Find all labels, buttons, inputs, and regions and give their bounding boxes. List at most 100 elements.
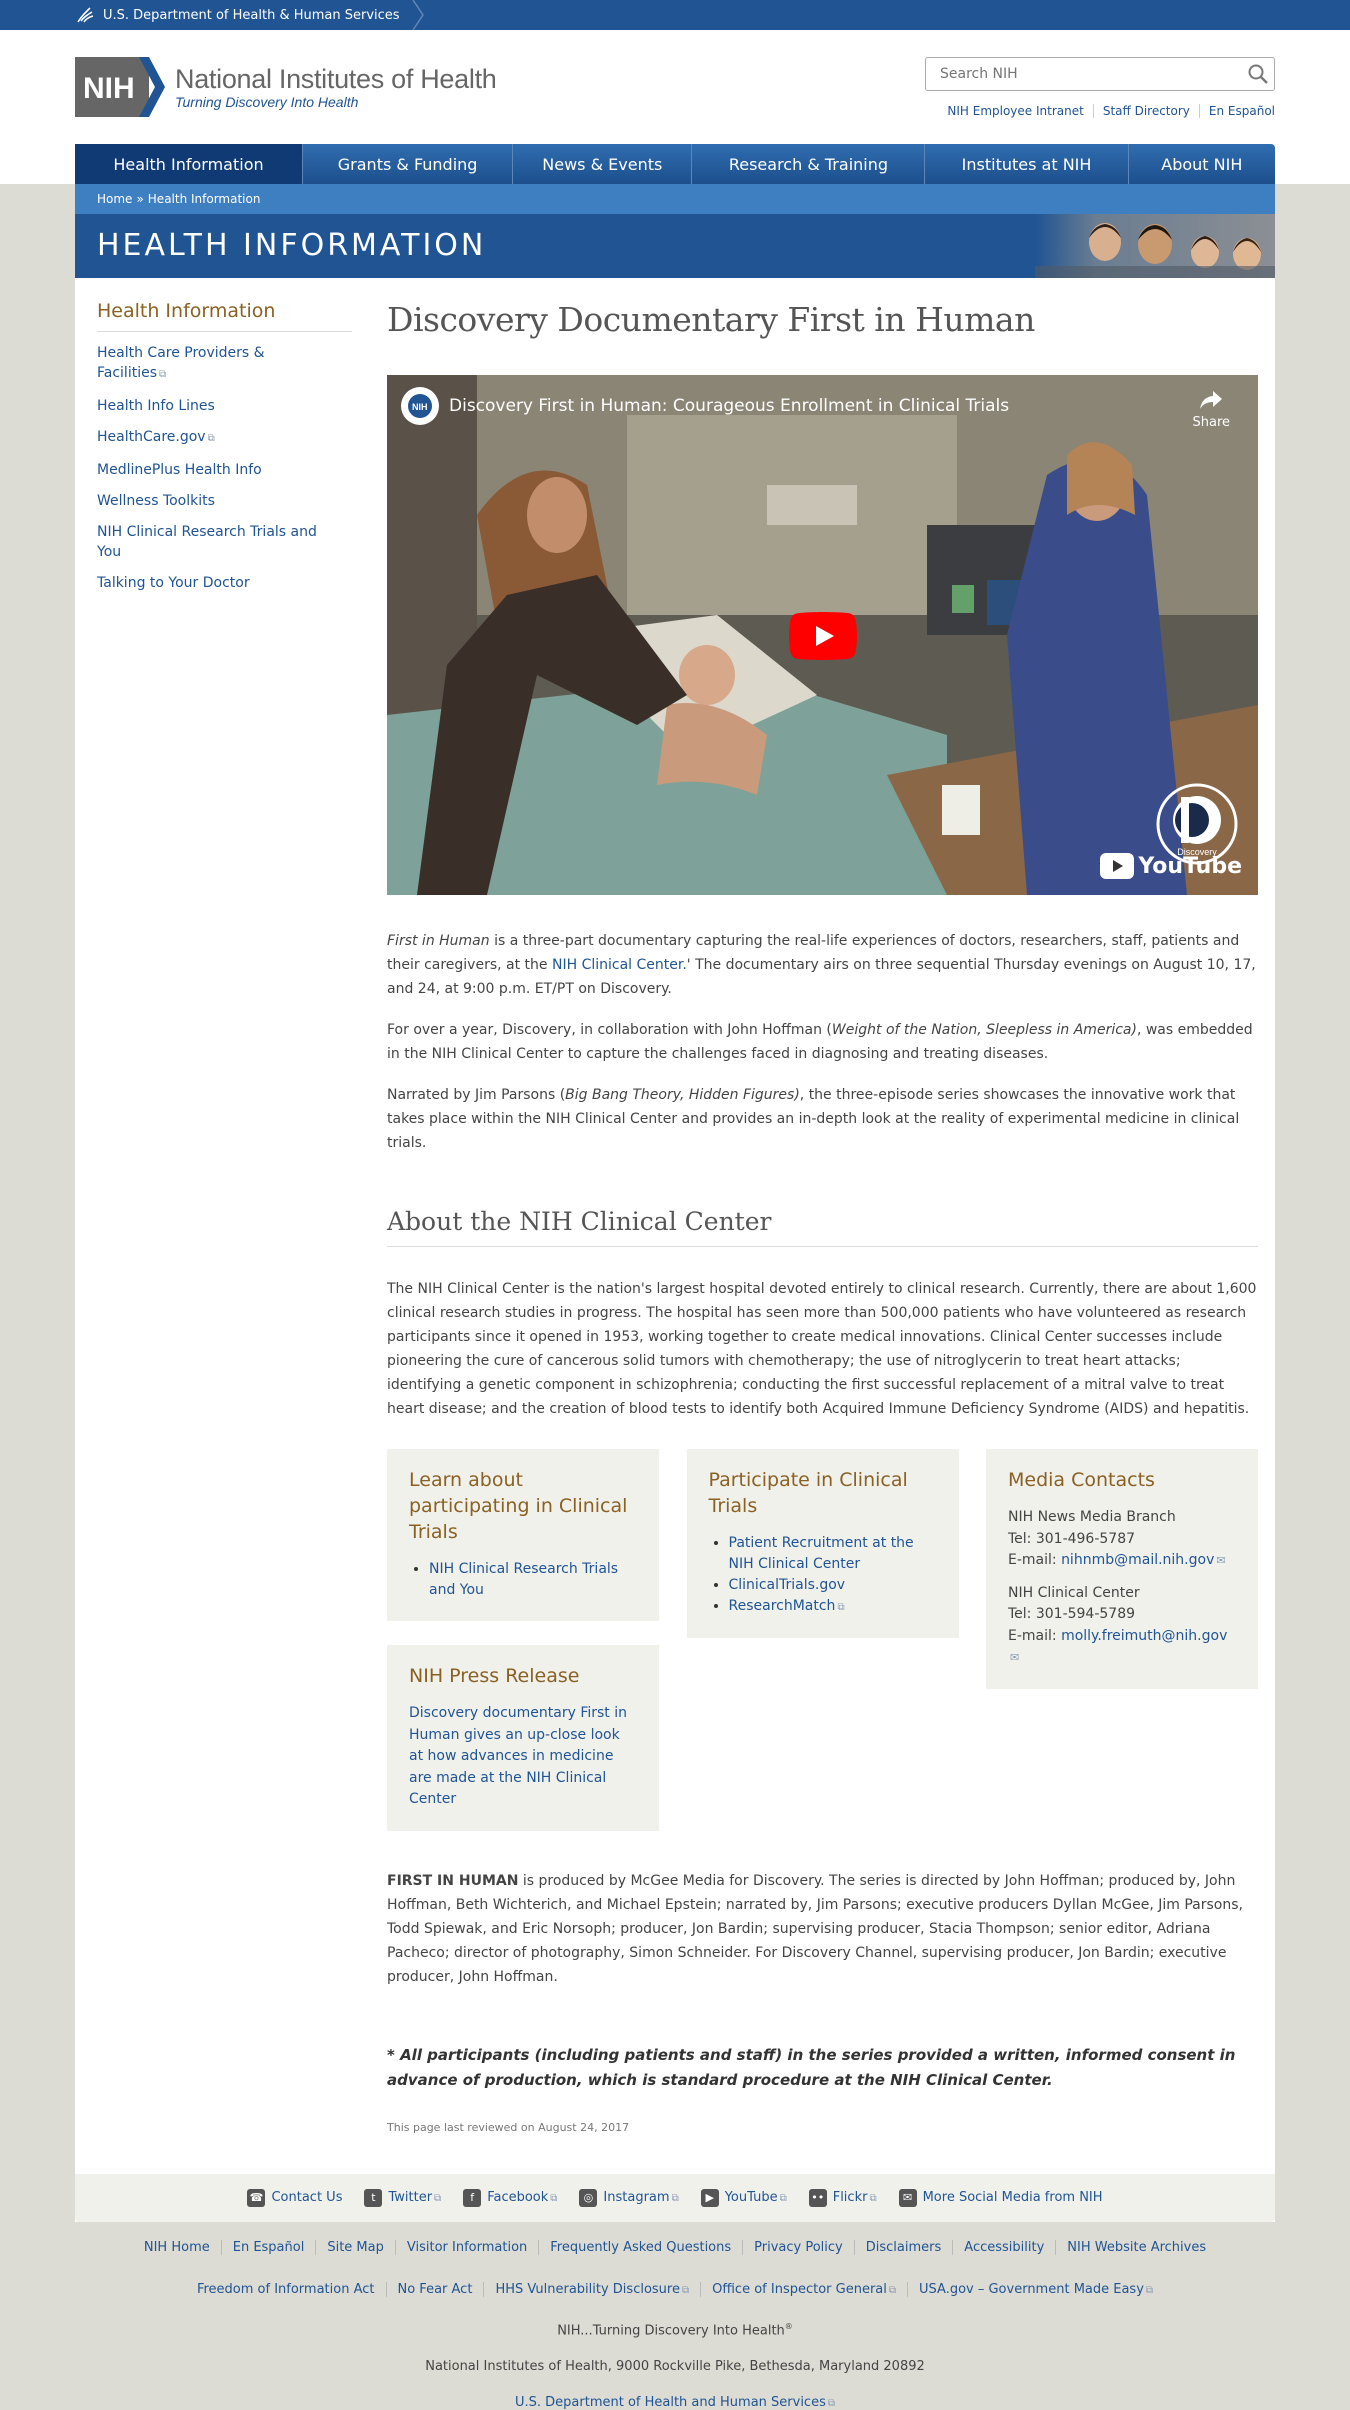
footer-link[interactable]: Frequently Asked Questions bbox=[538, 2239, 742, 2255]
logo-tagline: Turning Discovery Into Health bbox=[175, 94, 359, 110]
footer-link[interactable]: HHS Vulnerability Disclosure bbox=[483, 2281, 700, 2297]
phone-icon: ☎ bbox=[247, 2188, 266, 2207]
credits-paragraph: FIRST IN HUMAN is produced by McGee Medi… bbox=[387, 1872, 1243, 1985]
footer-link[interactable]: No Fear Act bbox=[385, 2281, 484, 2297]
consent-disclaimer: * All participants (including patients a… bbox=[387, 2045, 1236, 2089]
nav-news-events[interactable]: News & Events bbox=[513, 144, 693, 184]
social-more[interactable]: ✉ More Social Media from NIH bbox=[898, 2188, 1103, 2207]
footer-link[interactable]: Privacy Policy bbox=[742, 2239, 854, 2255]
breadcrumb-current: Health Information bbox=[147, 192, 261, 206]
social-flickr[interactable]: •• Flickr bbox=[808, 2188, 877, 2207]
media-box: Media Contacts NIH News Media Branch Tel… bbox=[986, 1449, 1258, 1689]
last-reviewed: This page last reviewed on August 24, 20… bbox=[387, 2120, 630, 2134]
nav-grants-funding[interactable]: Grants & Funding bbox=[303, 144, 514, 184]
social-bar: ☎Contact Us tTwitter fFacebook ◎Instagra… bbox=[75, 2173, 1275, 2222]
main-content: Discovery Documentary First in Human NIH… bbox=[387, 278, 1258, 2174]
learn-box: Learn about participating in Clinical Tr… bbox=[387, 1449, 659, 1621]
participate-link-researchmatch[interactable]: ResearchMatch bbox=[729, 1598, 845, 1614]
nih-logo-icon: NIH bbox=[75, 57, 165, 117]
nav-institutes[interactable]: Institutes at NIH bbox=[925, 144, 1129, 184]
sidebar-item-wellness[interactable]: Wellness Toolkits bbox=[97, 493, 215, 509]
sidebar-item-medlineplus[interactable]: MedlinePlus Health Info bbox=[97, 462, 262, 478]
util-link-espanol[interactable]: En Español bbox=[1198, 104, 1275, 118]
section-banner: HEALTH INFORMATION bbox=[75, 214, 1275, 278]
participate-link-recruitment[interactable]: Patient Recruitment at the NIH Clinical … bbox=[729, 1535, 914, 1572]
youtube-icon bbox=[1100, 853, 1135, 879]
footer-link[interactable]: Office of Inspector General bbox=[700, 2281, 907, 2297]
nih-logo[interactable]: NIH National Institutes of Health Turnin… bbox=[75, 57, 497, 117]
press-box: NIH Press Release Discovery documentary … bbox=[387, 1645, 659, 1831]
page-title: Discovery Documentary First in Human bbox=[387, 300, 1035, 339]
footer-hhs-link[interactable]: U.S. Department of Health and Human Serv… bbox=[515, 2395, 835, 2410]
youtube-watermark[interactable]: YouTube bbox=[1100, 853, 1242, 879]
youtube-icon: ▶ bbox=[700, 2188, 719, 2207]
footer-link[interactable]: NIH Website Archives bbox=[1055, 2239, 1217, 2255]
clinical-center-link[interactable]: NIH Clinical Center. bbox=[552, 957, 687, 973]
footer-link[interactable]: En Español bbox=[220, 2239, 316, 2255]
footer-link[interactable]: Site Map bbox=[315, 2239, 395, 2255]
footer-link[interactable]: Accessibility bbox=[952, 2239, 1055, 2255]
learn-link-trials-and-you[interactable]: NIH Clinical Research Trials and You bbox=[429, 1561, 618, 1598]
sidebar-item-talking-doctor[interactable]: Talking to Your Doctor bbox=[97, 575, 250, 591]
press-release-link[interactable]: Discovery documentary First in Human giv… bbox=[409, 1705, 627, 1807]
logo-title: National Institutes of Health bbox=[175, 64, 497, 94]
footer-link[interactable]: NIH Home bbox=[133, 2240, 221, 2255]
email-link-media-branch[interactable]: nihnmb@mail.nih.gov bbox=[1061, 1552, 1226, 1568]
twitter-icon: t bbox=[364, 2188, 383, 2207]
share-icon bbox=[1200, 391, 1223, 409]
footer-link[interactable]: USA.gov – Government Made Easy bbox=[907, 2281, 1164, 2297]
social-youtube[interactable]: ▶ YouTube bbox=[700, 2188, 787, 2207]
nav-health-information[interactable]: Health Information bbox=[75, 144, 304, 184]
search-icon bbox=[1248, 64, 1268, 84]
footer-address: National Institutes of Health, 9000 Rock… bbox=[425, 2358, 925, 2374]
footer-link[interactable]: Disclaimers bbox=[853, 2239, 953, 2255]
about-paragraph: The NIH Clinical Center is the nation's … bbox=[387, 1281, 1257, 1417]
footer-links-secondary: Freedom of Information Act No Fear Act H… bbox=[0, 2281, 1350, 2297]
footer-tagline: NIH...Turning Discovery Into Health® bbox=[557, 2321, 793, 2338]
participate-box-title: Participate in Clinical Trials bbox=[708, 1469, 908, 1517]
media-contact: NIH Clinical Center Tel: 301-594-5789 E-… bbox=[1008, 1583, 1236, 1669]
video-player[interactable]: NIH Discovery First in Human: Courageous… bbox=[387, 375, 1258, 895]
instagram-icon: ◎ bbox=[579, 2188, 598, 2207]
hoffman-paragraph: For over a year, Discovery, in collabora… bbox=[387, 1022, 1253, 1062]
search-button[interactable] bbox=[1242, 58, 1274, 90]
hhs-link[interactable]: U.S. Department of Health & Human Servic… bbox=[103, 8, 400, 23]
share-button[interactable]: Share bbox=[1192, 389, 1230, 430]
intro-paragraph: First in Human is a three-part documenta… bbox=[387, 933, 1256, 997]
util-link-staff-directory[interactable]: Staff Directory bbox=[1092, 104, 1199, 118]
search-input[interactable] bbox=[938, 65, 1242, 83]
play-button-icon[interactable] bbox=[789, 612, 857, 660]
page-container: Home » Health Information HEALTH INFORMA… bbox=[75, 184, 1275, 2222]
svg-text:NIH: NIH bbox=[83, 72, 135, 105]
banner-title: HEALTH INFORMATION bbox=[97, 228, 487, 263]
footer-link[interactable]: Visitor Information bbox=[394, 2239, 538, 2255]
banner-photo bbox=[1035, 214, 1275, 278]
chat-icon: ✉ bbox=[898, 2188, 917, 2207]
participate-link-clinicaltrials[interactable]: ClinicalTrials.gov bbox=[729, 1577, 846, 1593]
nav-about-nih[interactable]: About NIH bbox=[1129, 144, 1275, 184]
footer-link[interactable]: Freedom of Information Act bbox=[186, 2282, 386, 2297]
social-twitter[interactable]: t Twitter bbox=[364, 2188, 441, 2207]
parsons-paragraph: Narrated by Jim Parsons (Big Bang Theory… bbox=[387, 1087, 1240, 1151]
breadcrumb: Home » Health Information bbox=[75, 184, 1275, 214]
social-instagram[interactable]: ◎ Instagram bbox=[579, 2188, 678, 2207]
sidebar-item-healthcare-gov[interactable]: HealthCare.gov bbox=[97, 429, 215, 445]
sidebar-item-clinical-trials[interactable]: NIH Clinical Research Trials and You bbox=[97, 524, 317, 560]
util-link-intranet[interactable]: NIH Employee Intranet bbox=[938, 104, 1092, 118]
site-header: NIH National Institutes of Health Turnin… bbox=[0, 30, 1350, 144]
media-box-title: Media Contacts bbox=[1008, 1469, 1155, 1491]
participate-box: Participate in Clinical Trials Patient R… bbox=[686, 1449, 959, 1638]
video-title[interactable]: Discovery First in Human: Courageous Enr… bbox=[449, 396, 1009, 416]
media-contact: NIH News Media Branch Tel: 301-496-5787 … bbox=[1008, 1507, 1236, 1572]
sidebar: Health Information Health Care Providers… bbox=[75, 278, 352, 2174]
social-contact-us[interactable]: ☎ Contact Us bbox=[247, 2188, 342, 2207]
sidebar-item-info-lines[interactable]: Health Info Lines bbox=[97, 398, 215, 414]
search-box bbox=[925, 57, 1275, 91]
nav-research-training[interactable]: Research & Training bbox=[692, 144, 926, 184]
breadcrumb-home[interactable]: Home bbox=[97, 192, 132, 206]
hhs-eagle-icon bbox=[77, 7, 94, 23]
sidebar-item-providers[interactable]: Health Care Providers & Facilities bbox=[97, 345, 265, 381]
channel-logo-icon[interactable]: NIH bbox=[401, 387, 439, 425]
social-facebook[interactable]: f Facebook bbox=[463, 2188, 557, 2207]
about-heading: About the NIH Clinical Center bbox=[387, 1207, 1258, 1247]
